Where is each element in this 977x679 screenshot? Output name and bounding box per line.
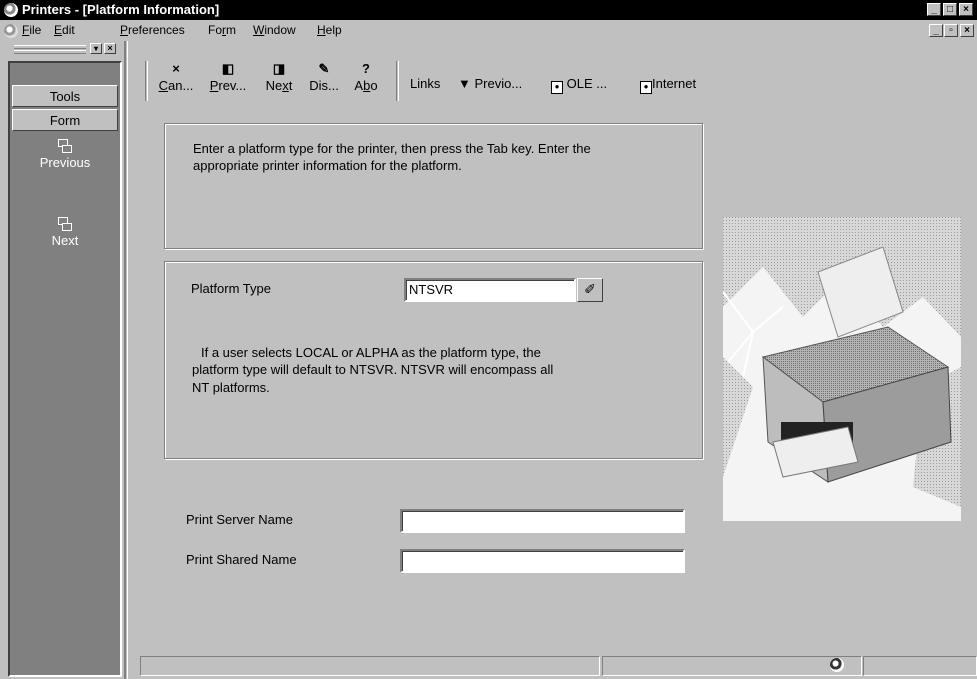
menu-help[interactable]: Help bbox=[317, 23, 342, 37]
menu-preferences[interactable]: Preferences bbox=[120, 23, 185, 37]
status-cell-secondary bbox=[602, 656, 862, 676]
menu-edit[interactable]: Edit bbox=[54, 23, 75, 37]
previous-arrow-icon: ◧ bbox=[221, 61, 235, 76]
panel-grip[interactable] bbox=[14, 45, 86, 49]
ole-link[interactable]: ● OLE ... bbox=[551, 76, 607, 94]
toolbar-grip-light bbox=[147, 61, 148, 101]
help-pointer-icon: ? bbox=[362, 61, 370, 76]
print-shared-name-input[interactable] bbox=[400, 549, 685, 573]
panel-close-icon[interactable]: × bbox=[104, 43, 116, 54]
menu-bar: File Edit Preferences Form Window Help _… bbox=[0, 20, 977, 41]
display-button[interactable]: ✎ Dis... bbox=[306, 60, 342, 93]
next-label: Next bbox=[265, 78, 293, 93]
status-cell-main bbox=[140, 656, 600, 676]
visual-assist-search-icon[interactable]: ✐ bbox=[577, 278, 603, 302]
next-button[interactable]: ◨ Next bbox=[262, 60, 296, 93]
status-globe-icon bbox=[830, 658, 844, 672]
platform-note-line-3: NT platforms. bbox=[192, 380, 270, 395]
instructions-line-1: Enter a platform type for the printer, t… bbox=[193, 141, 591, 156]
toolbar-separator-light bbox=[398, 61, 399, 101]
print-shared-name-label: Print Shared Name bbox=[186, 552, 297, 567]
links-label[interactable]: Links bbox=[410, 76, 440, 91]
document-globe-icon bbox=[4, 24, 18, 38]
menu-window[interactable]: Window bbox=[253, 23, 296, 37]
platform-type-label: Platform Type bbox=[191, 281, 271, 296]
about-button[interactable]: ? Abo bbox=[350, 60, 382, 93]
about-label: Abo bbox=[354, 78, 378, 93]
print-server-name-input[interactable] bbox=[400, 509, 685, 533]
title-bar[interactable]: Printers - [Platform Information] _ □ × bbox=[0, 0, 977, 20]
next-exit-label: Next bbox=[51, 233, 79, 248]
next-record-icon bbox=[58, 217, 72, 231]
mdi-minimize-button[interactable]: _ bbox=[929, 24, 943, 37]
internet-doc-icon: ● bbox=[640, 81, 652, 94]
platform-type-input[interactable]: NTSVR bbox=[404, 278, 576, 302]
toolbar-separator bbox=[396, 61, 397, 101]
tab-form[interactable]: Form bbox=[12, 109, 118, 131]
platform-note-line-1: If a user selects LOCAL or ALPHA as the … bbox=[201, 345, 541, 360]
next-exit-button[interactable]: Next bbox=[20, 217, 110, 248]
panel-grip-2[interactable] bbox=[14, 50, 86, 54]
splitter-highlight bbox=[127, 41, 128, 679]
status-cell-right bbox=[863, 656, 977, 676]
instructions-line-2: appropriate printer information for the … bbox=[193, 158, 462, 173]
next-arrow-icon: ◨ bbox=[272, 61, 286, 76]
tab-tools[interactable]: Tools bbox=[12, 85, 118, 107]
panel-dropdown-icon[interactable]: ▾ bbox=[90, 43, 102, 54]
maximize-button[interactable]: □ bbox=[943, 3, 957, 16]
binoculars-icon: ✎ bbox=[318, 61, 330, 76]
close-button[interactable]: × bbox=[959, 3, 973, 16]
mdi-restore-button[interactable]: ▫ bbox=[944, 24, 958, 37]
mdi-close-button[interactable]: × bbox=[960, 24, 974, 37]
status-bar bbox=[140, 654, 977, 679]
left-exit-bar: ▾ × Tools Form Previous Next bbox=[0, 41, 140, 679]
previous-record-icon bbox=[58, 139, 72, 153]
internet-link[interactable]: ● Internet bbox=[640, 76, 696, 94]
menu-file[interactable]: File bbox=[22, 23, 41, 37]
previous-exit-button[interactable]: Previous bbox=[20, 139, 110, 170]
display-label: Dis... bbox=[309, 78, 339, 93]
cancel-x-icon: × bbox=[172, 61, 180, 76]
menu-form[interactable]: Form bbox=[208, 23, 236, 37]
cancel-button[interactable]: × Can... bbox=[156, 60, 196, 93]
print-server-name-label: Print Server Name bbox=[186, 512, 293, 527]
toolbar-grip bbox=[145, 61, 146, 101]
previous-button[interactable]: ◧ Prev... bbox=[206, 60, 250, 93]
previous-label: Prev... bbox=[209, 78, 247, 93]
window-title: Printers - [Platform Information] bbox=[22, 2, 220, 17]
splitter[interactable] bbox=[124, 41, 126, 679]
previo-link[interactable]: ▼ Previo... bbox=[458, 76, 522, 91]
printer-illustration bbox=[723, 217, 961, 521]
ole-doc-icon: ● bbox=[551, 81, 563, 94]
app-globe-icon bbox=[4, 3, 18, 17]
minimize-button[interactable]: _ bbox=[927, 3, 941, 16]
toolbar: × Can... ◧ Prev... ◨ Next ✎ Dis... ? Abo… bbox=[140, 41, 977, 103]
printer-image-svg bbox=[723, 217, 961, 521]
platform-note-line-2: platform type will default to NTSVR. NTS… bbox=[192, 362, 554, 377]
previous-exit-label: Previous bbox=[39, 155, 91, 170]
cancel-label: Can... bbox=[158, 78, 194, 93]
dropdown-triangle-icon: ▼ bbox=[458, 76, 471, 91]
